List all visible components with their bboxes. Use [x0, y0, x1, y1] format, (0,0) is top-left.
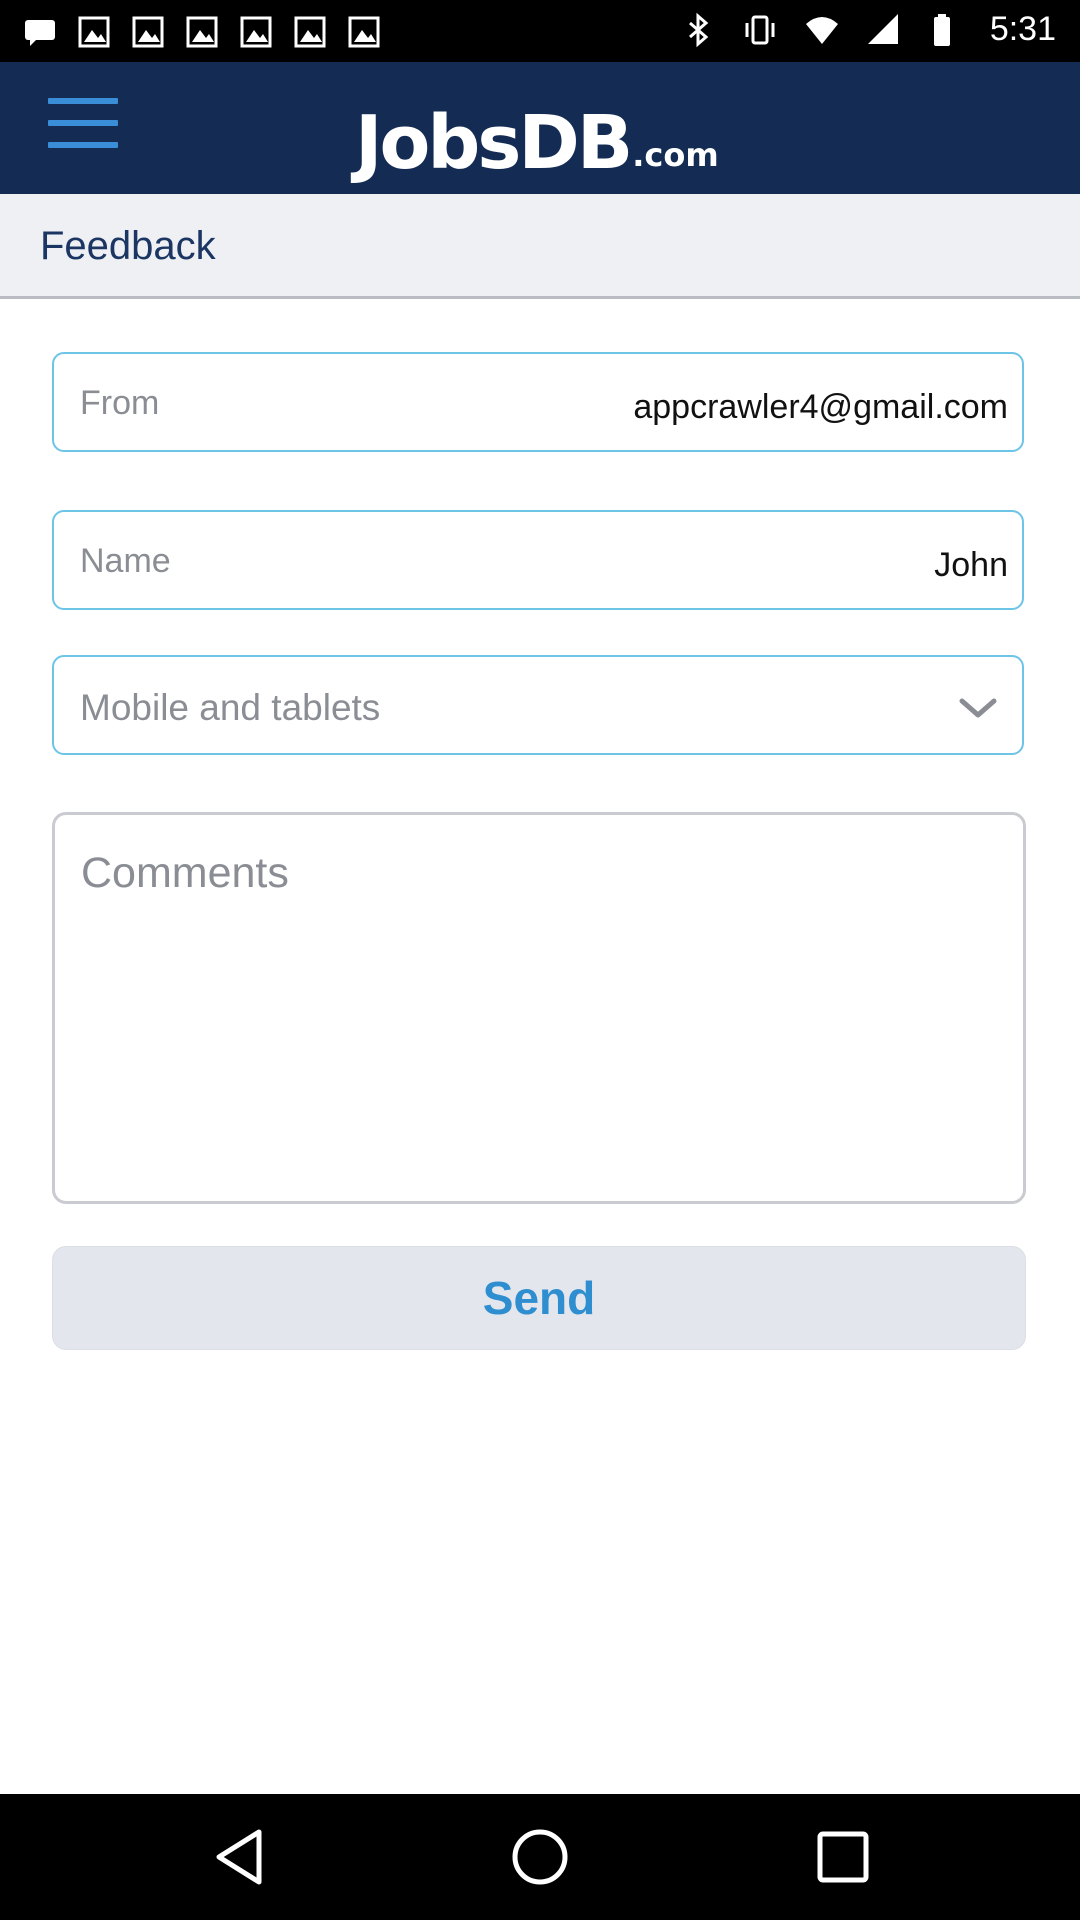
image-icon [348, 16, 380, 48]
image-icon [240, 16, 272, 48]
category-selected-value: Mobile and tablets [80, 687, 381, 728]
logo-main-text: JobsDB [355, 100, 633, 186]
battery-icon [933, 13, 950, 46]
chevron-down-icon [959, 698, 997, 718]
recents-icon[interactable] [808, 1824, 878, 1890]
bluetooth-icon [688, 12, 709, 47]
from-value: appcrawler4@gmail.com [633, 388, 1008, 426]
from-field[interactable]: From appcrawler4@gmail.com [52, 352, 1024, 452]
notification-icons [22, 14, 382, 50]
status-time: 5:31 [989, 10, 1056, 48]
wifi-icon [805, 16, 838, 44]
jobsdb-logo: JobsDB .com [355, 80, 719, 180]
comments-placeholder: Comments [81, 849, 289, 897]
image-icon [132, 16, 164, 48]
name-field[interactable]: Name John [52, 510, 1024, 610]
name-label: Name [80, 542, 171, 580]
logo-sub-text: .com [632, 136, 719, 174]
image-icon [294, 16, 326, 48]
send-label: Send [482, 1272, 596, 1324]
status-bar: 5:31 [0, 0, 1080, 62]
title-bar: Feedback [0, 194, 1080, 299]
comments-textarea[interactable]: Comments [52, 812, 1026, 1204]
name-value: John [934, 546, 1008, 584]
image-icon [186, 16, 218, 48]
send-button[interactable]: Send [52, 1246, 1026, 1350]
page-title: Feedback [40, 224, 216, 268]
from-label: From [80, 384, 160, 422]
app-header: JobsDB .com [0, 62, 1080, 194]
hamburger-icon [48, 98, 118, 104]
system-icons: 5:31 [680, 10, 1056, 49]
signal-icon [867, 13, 898, 44]
category-select[interactable]: Mobile and tablets [52, 655, 1024, 755]
navigation-bar [0, 1794, 1080, 1920]
back-icon[interactable] [205, 1824, 275, 1890]
menu-button[interactable] [48, 98, 118, 158]
home-icon[interactable] [505, 1824, 575, 1890]
image-icon [78, 16, 110, 48]
message-icon [25, 20, 55, 46]
vibrate-icon [745, 15, 775, 44]
